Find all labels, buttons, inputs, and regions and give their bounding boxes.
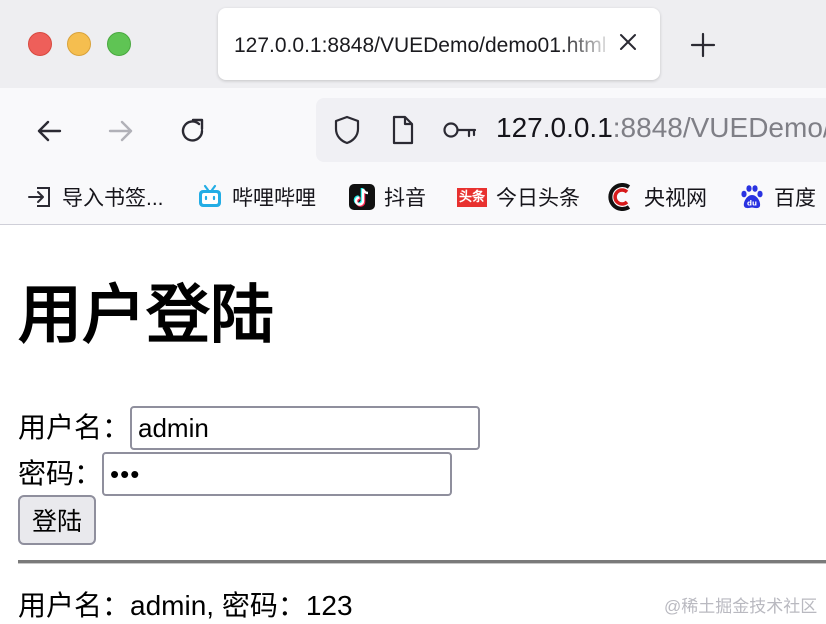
username-label: 用户名： xyxy=(18,412,131,443)
password-row: 密码： ••• xyxy=(18,452,453,496)
baidu-icon: du xyxy=(741,185,763,209)
reload-icon[interactable] xyxy=(178,116,208,146)
forward-arrow-icon[interactable] xyxy=(106,116,136,146)
bookmark-label: 百度 xyxy=(774,187,816,210)
minimize-window-button[interactable] xyxy=(67,32,91,56)
page-title: 用户登陆 xyxy=(18,279,274,351)
page-icon[interactable] xyxy=(390,114,416,146)
bookmark-label: 抖音 xyxy=(384,187,426,210)
login-button[interactable]: 登陆 xyxy=(18,495,96,545)
key-icon[interactable] xyxy=(442,118,478,142)
password-value: ••• xyxy=(110,459,141,489)
browser-tab[interactable]: 127.0.0.1:8848/VUEDemo/demo01.html xyxy=(218,8,660,80)
bookmark-baidu[interactable]: du 百度 xyxy=(738,182,816,212)
url-host: 127.0.0.1 xyxy=(496,112,613,143)
address-bar[interactable]: 127.0.0.1:8848/VUEDemo/ xyxy=(316,98,826,162)
navigation-toolbar: 127.0.0.1:8848/VUEDemo/ xyxy=(0,88,826,172)
tab-title: 127.0.0.1:8848/VUEDemo/demo01.html xyxy=(234,34,607,57)
close-icon[interactable] xyxy=(616,30,640,54)
username-row: 用户名： admin xyxy=(18,406,481,450)
maximize-window-button[interactable] xyxy=(107,32,131,56)
username-input[interactable]: admin xyxy=(130,406,481,450)
back-arrow-icon[interactable] xyxy=(34,116,64,146)
bookmark-bilibili[interactable]: 哔哩哔哩 xyxy=(196,182,316,212)
bookmark-label: 央视网 xyxy=(644,187,707,210)
watermark: @稀土掘金技术社区 xyxy=(664,597,818,616)
shield-icon[interactable] xyxy=(332,114,362,146)
bilibili-icon xyxy=(199,184,221,207)
window-titlebar: 127.0.0.1:8848/VUEDemo/demo01.html xyxy=(0,0,826,88)
douyin-icon xyxy=(349,184,375,210)
url-path: :8848/VUEDemo/ xyxy=(612,112,826,143)
bookmark-toutiao[interactable]: 头条 今日头条 xyxy=(456,182,580,212)
divider xyxy=(18,560,826,564)
bookmark-import[interactable]: 导入书签... xyxy=(26,182,164,212)
bookmark-label: 导入书签... xyxy=(62,187,164,210)
username-value: admin xyxy=(138,413,209,443)
bookmark-douyin[interactable]: 抖音 xyxy=(348,182,426,212)
toutiao-icon: 头条 xyxy=(456,183,488,211)
url-text[interactable]: 127.0.0.1:8848/VUEDemo/ xyxy=(496,112,826,144)
password-label: 密码： xyxy=(18,458,103,489)
bookmark-label: 今日头条 xyxy=(496,187,580,210)
toutiao-icon-text: 头条 xyxy=(456,187,487,207)
cctv-icon xyxy=(608,183,631,211)
svg-text:du: du xyxy=(747,200,757,208)
password-input[interactable]: ••• xyxy=(102,452,453,496)
bookmark-cctv[interactable]: 央视网 xyxy=(608,182,707,212)
plus-icon[interactable] xyxy=(690,32,716,58)
close-window-button[interactable] xyxy=(28,32,52,56)
result-text: 用户名：admin, 密码：123 xyxy=(18,590,353,621)
bookmark-label: 哔哩哔哩 xyxy=(232,187,316,210)
import-icon xyxy=(28,187,50,207)
bookmarks-toolbar: 导入书签... 哔哩哔哩 抖音 头条 今日头条 央视网 du 百度 xyxy=(0,172,826,225)
